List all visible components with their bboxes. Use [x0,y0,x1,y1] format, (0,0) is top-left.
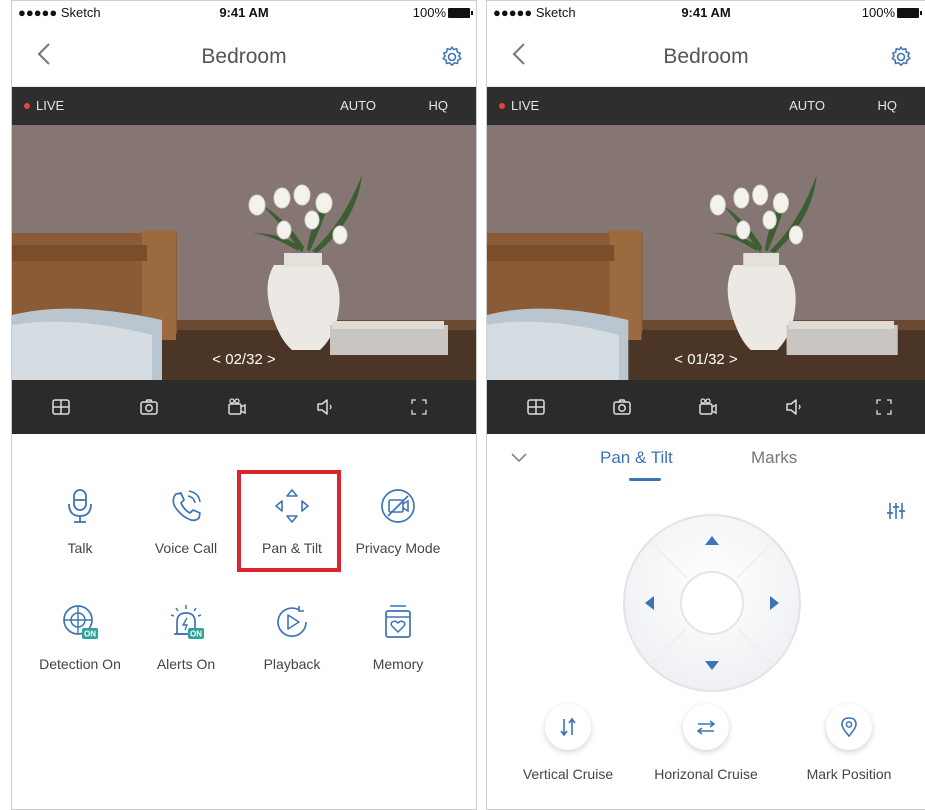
page-title: Bedroom [663,45,749,68]
snapshot-counter[interactable]: < 01/32 > [487,351,925,368]
pan-tilt-joystick[interactable] [621,512,803,694]
highlight-box [237,470,341,572]
tab-bar: Pan & Tilt Marks [487,434,925,494]
detection-on-badge: ON [84,630,96,639]
snapshot-camera-icon[interactable] [611,396,633,418]
action-label: Mark Position [806,766,892,782]
settings-gear-icon[interactable] [440,45,464,69]
status-bar: ●●●●● Sketch 9:41 AM 100% [12,1,476,25]
action-label: Vertical Cruise [522,766,614,782]
vertical-arrows-icon [560,717,576,737]
privacy-camera-off-icon [381,489,415,523]
snapshot-counter[interactable]: < 02/32 > [12,351,476,368]
feature-label: Memory [372,656,424,672]
mark-position-button[interactable]: Mark Position [779,704,919,782]
video-scene-image [487,125,925,380]
tab-marks[interactable]: Marks [751,448,797,468]
pan-tilt-panel: Pan & Tilt Marks Vertical Cruise Horizon… [487,434,925,809]
nav-bar: Bedroom [12,25,476,87]
clock: 9:41 AM [681,5,731,20]
feature-label: Playback [263,656,321,672]
settings-gear-icon[interactable] [889,45,913,69]
battery-percent: 100% [861,5,895,20]
feature-label: Voice Call [154,540,218,556]
clock: 9:41 AM [219,5,269,20]
alerts-on-badge: ON [190,630,202,639]
active-tab-indicator [629,478,661,481]
battery-icon [448,8,473,18]
feature-label: Talk [67,540,93,556]
horizontal-cruise-button[interactable]: Horizonal Cruise [636,704,776,782]
feature-detection-on[interactable]: ON Detection On [24,602,136,672]
record-video-icon[interactable] [697,396,719,418]
feature-voice-call[interactable]: Voice Call [130,486,242,556]
battery-percent: 100% [412,5,446,20]
feature-label: Alerts On [156,656,216,672]
feature-label: Privacy Mode [355,540,441,556]
feature-grid: Talk Voice Call Pan & Tilt Privacy Mode … [12,434,476,809]
auto-mode-button[interactable]: AUTO [340,98,376,113]
memory-card-icon [385,605,411,638]
speaker-volume-icon[interactable] [783,396,805,418]
video-toolbar [487,380,925,434]
snapshot-camera-icon[interactable] [138,396,160,418]
vertical-cruise-button[interactable]: Vertical Cruise [498,704,638,782]
fullscreen-icon[interactable] [873,396,895,418]
multi-view-grid-icon[interactable] [525,396,547,418]
video-scene-image [12,125,476,380]
action-label: Horizonal Cruise [654,766,758,782]
fullscreen-icon[interactable] [408,396,430,418]
feature-playback[interactable]: Playback [236,602,348,672]
quality-hq-button[interactable]: HQ [878,98,898,113]
feature-talk[interactable]: Talk [24,486,136,556]
speaker-volume-icon[interactable] [314,396,336,418]
record-video-icon[interactable] [226,396,248,418]
feature-memory[interactable]: Memory [342,602,454,672]
collapse-chevron-icon[interactable] [509,450,529,464]
feature-privacy-mode[interactable]: Privacy Mode [342,486,454,556]
live-status-bar: LIVE AUTO HQ [12,87,476,125]
video-toolbar [12,380,476,434]
feature-alerts-on[interactable]: ON Alerts On [130,602,242,672]
status-bar: ●●●●● Sketch 9:41 AM 100% [487,1,925,25]
phone-screen-pan-tilt: ●●●●● Sketch 9:41 AM 100% Bedroom LIVE A… [486,0,925,810]
live-indicator: LIVE [499,98,539,113]
detection-icon: ON [63,605,98,639]
camera-video-feed[interactable]: < 01/32 > [487,125,925,380]
alarm-icon: ON [170,605,204,639]
multi-view-grid-icon[interactable] [50,396,72,418]
location-pin-icon [841,717,857,738]
screenshot-canvas: ●●●●● Sketch 9:41 AM 100% Bedroom LIVE A… [0,0,925,810]
battery-icon [897,8,922,18]
auto-mode-button[interactable]: AUTO [789,98,825,113]
quality-hq-button[interactable]: HQ [429,98,449,113]
camera-video-feed[interactable]: < 02/32 > [12,125,476,380]
phone-icon [172,490,201,522]
playback-icon [277,606,307,637]
feature-label: Detection On [39,656,121,672]
live-status-bar: LIVE AUTO HQ [487,87,925,125]
adjust-sliders-icon[interactable] [885,500,907,522]
horizontal-arrows-icon [696,720,716,735]
page-title: Bedroom [201,45,287,68]
tab-pan-tilt[interactable]: Pan & Tilt [600,448,673,468]
live-indicator: LIVE [24,98,64,113]
microphone-icon [68,489,92,523]
nav-bar: Bedroom [487,25,925,87]
phone-screen-feature-grid: ●●●●● Sketch 9:41 AM 100% Bedroom LIVE A… [11,0,477,810]
